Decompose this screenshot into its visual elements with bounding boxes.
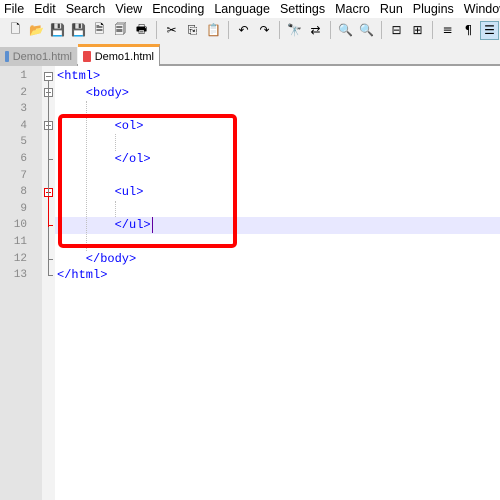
menu-file[interactable]: File <box>0 0 30 18</box>
text-caret <box>152 217 153 233</box>
toolbar-separator <box>228 21 229 39</box>
line-number: 8 <box>20 186 27 199</box>
indent-guide-icon[interactable]: ☰ <box>480 20 499 40</box>
fold-line-active <box>48 196 49 228</box>
menu-language[interactable]: Language <box>210 0 276 18</box>
line-number: 10 <box>13 219 27 232</box>
menu-macro[interactable]: Macro <box>331 0 376 18</box>
line-number: 3 <box>20 103 27 116</box>
code-line: </body> <box>57 251 137 266</box>
toolbar-separator <box>381 21 382 39</box>
fold-line <box>48 80 49 276</box>
menu-window[interactable]: Window <box>460 0 500 18</box>
line-number: 13 <box>13 269 27 282</box>
line-number: 7 <box>20 169 27 182</box>
open-file-icon[interactable]: 📂 <box>27 21 46 40</box>
fold-end-marker <box>48 225 53 227</box>
tab-bar: Demo1.html Demo1.html <box>0 42 500 66</box>
highlight-box <box>58 114 237 248</box>
tab-label: Demo1.html <box>12 50 72 63</box>
tab-demo1-inactive[interactable]: Demo1.html <box>0 47 77 66</box>
menu-edit[interactable]: Edit <box>30 0 62 18</box>
menu-encoding[interactable]: Encoding <box>148 0 210 18</box>
fold-end-marker <box>48 275 53 277</box>
menu-settings[interactable]: Settings <box>276 0 331 18</box>
close-all-icon[interactable]: 🗐 <box>111 21 130 40</box>
zoom-in-icon[interactable]: 🔍 <box>336 21 355 40</box>
toolbar-separator <box>432 21 433 39</box>
tab-demo1-active[interactable]: Demo1.html <box>78 44 160 66</box>
toolbar: 🗋 📂 💾 💾 🗎 🗐 🖶 ✂ ⎘ 📋 ↶ ↷ 🔭 ⇄ 🔍 🔍 ⊟ ⊞ ≡ ¶ ☰ <box>0 18 500 42</box>
file-unsaved-icon <box>83 51 91 62</box>
word-wrap-icon[interactable]: ≡ <box>438 21 457 40</box>
file-saved-icon <box>5 51 9 62</box>
toolbar-separator <box>156 21 157 39</box>
fold-end-marker <box>48 258 53 260</box>
menu-bar: File Edit Search View Encoding Language Settin… <box>0 0 500 18</box>
sync-vertical-icon[interactable]: ⊟ <box>387 21 406 40</box>
menu-plugins[interactable]: Plugins <box>409 0 460 18</box>
toolbar-separator <box>330 21 331 39</box>
print-icon[interactable]: 🖶 <box>132 21 151 40</box>
line-number: 9 <box>20 202 27 215</box>
line-number: 4 <box>20 119 27 132</box>
sync-horizontal-icon[interactable]: ⊞ <box>408 21 427 40</box>
new-file-icon[interactable]: 🗋 <box>6 21 25 40</box>
save-all-icon[interactable]: 💾 <box>69 21 88 40</box>
show-all-characters-icon[interactable]: ¶ <box>459 21 478 40</box>
line-number: 11 <box>13 236 27 248</box>
line-number: 1 <box>20 70 27 82</box>
cut-icon[interactable]: ✂ <box>162 21 181 40</box>
menu-view[interactable]: View <box>111 0 148 18</box>
line-number: 6 <box>20 153 27 165</box>
replace-icon[interactable]: ⇄ <box>306 21 325 40</box>
paste-icon[interactable]: 📋 <box>204 21 223 40</box>
menu-run[interactable]: Run <box>376 0 409 18</box>
code-line: </html> <box>57 268 108 283</box>
find-icon[interactable]: 🔭 <box>285 21 304 40</box>
save-icon[interactable]: 💾 <box>48 21 67 40</box>
fold-end-marker <box>48 159 53 160</box>
undo-icon[interactable]: ↶ <box>234 21 253 40</box>
code-line: <body> <box>57 85 130 100</box>
line-number: 5 <box>20 136 27 149</box>
menu-search[interactable]: Search <box>62 0 112 18</box>
close-icon[interactable]: 🗎 <box>90 21 109 40</box>
zoom-out-icon[interactable]: 🔍 <box>357 21 376 40</box>
redo-icon[interactable]: ↷ <box>255 21 274 40</box>
line-number: 2 <box>20 86 27 99</box>
tab-label: Demo1.html <box>94 50 154 63</box>
copy-icon[interactable]: ⎘ <box>183 21 202 40</box>
line-number: 12 <box>13 252 27 265</box>
code-line: <html> <box>57 69 101 83</box>
toolbar-separator <box>279 21 280 39</box>
